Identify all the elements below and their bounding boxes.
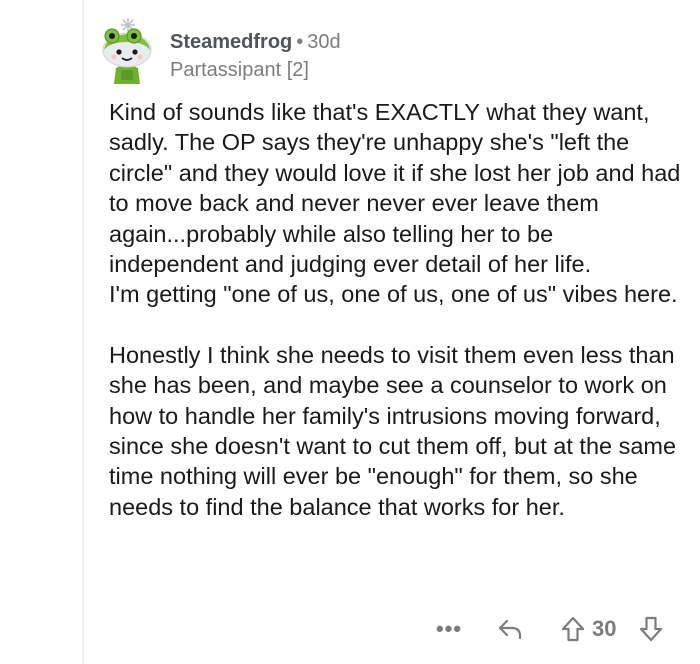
user-flair: Partassipant [2] — [170, 59, 309, 81]
reply-icon — [498, 619, 522, 640]
frog-avatar-icon — [102, 18, 152, 84]
comment-paragraph-1: Kind of sounds like that's EXACTLY what … — [109, 99, 681, 308]
downvote-icon — [639, 616, 663, 642]
username[interactable]: Steamedfrog — [170, 31, 292, 53]
vote-score: 30 — [592, 616, 617, 641]
avatar[interactable] — [94, 14, 158, 86]
upvote-button[interactable] — [558, 612, 588, 646]
separator-dot: • — [296, 31, 304, 53]
comment-paragraph-2: Honestly I think she needs to visit them… — [109, 341, 677, 520]
comment-header: Steamedfrog • 30d — [170, 30, 341, 54]
more-options-icon: ••• — [435, 616, 463, 641]
upvote-icon — [561, 616, 585, 642]
reply-button[interactable] — [494, 612, 526, 646]
comment-actions: ••• 30 — [0, 612, 700, 646]
more-options-button[interactable]: ••• — [434, 612, 464, 646]
comment-age: 30d — [307, 31, 341, 53]
comment-body: Kind of sounds like that's EXACTLY what … — [109, 97, 689, 522]
downvote-button[interactable] — [636, 612, 666, 646]
comment-meta: Steamedfrog • 30d Partassipant [2] — [170, 30, 341, 82]
thread-line[interactable] — [82, 0, 84, 664]
